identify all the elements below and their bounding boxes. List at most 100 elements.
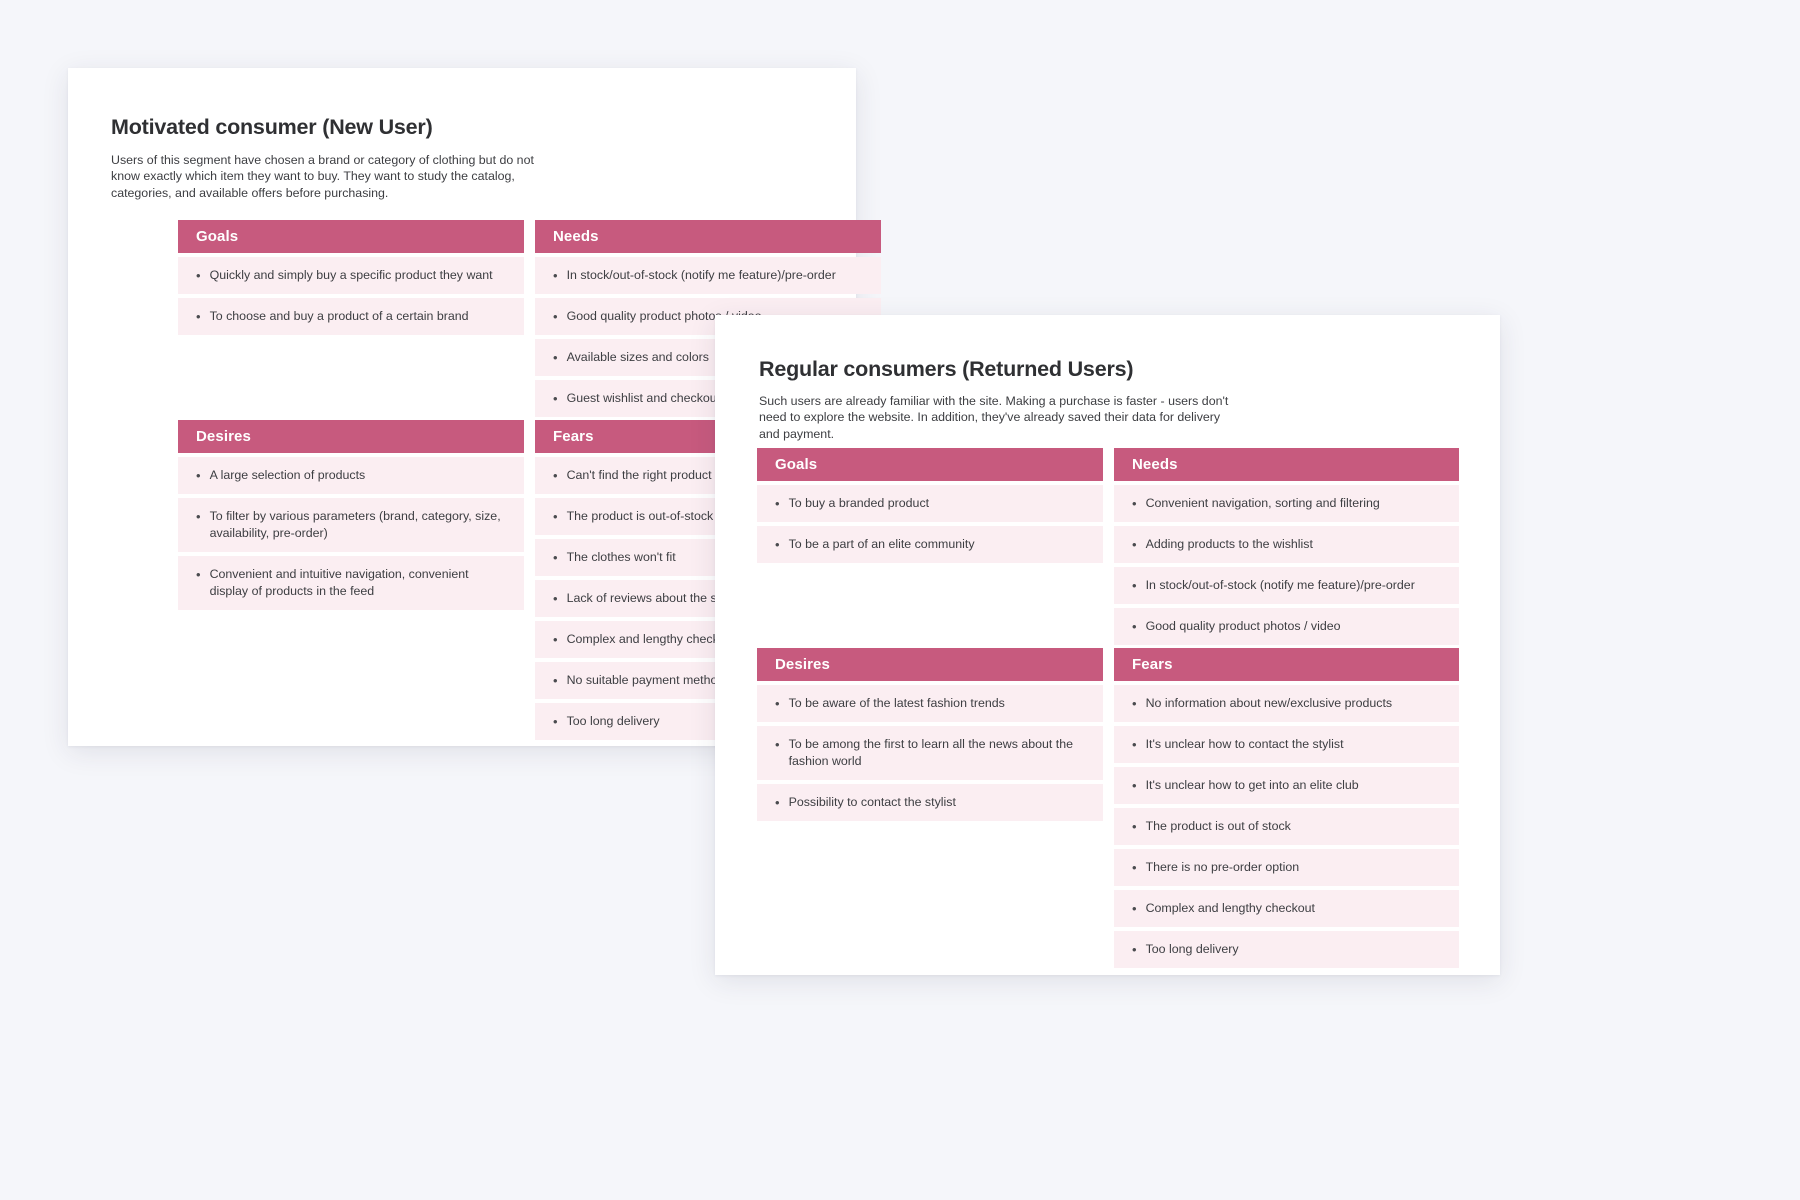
bullet-icon: • [553,714,558,729]
section-fears: Fears • No information about new/exclusiv… [1114,648,1459,972]
list-item: • No information about new/exclusive prod… [1114,685,1459,722]
list-fears: • No information about new/exclusive prod… [1114,685,1459,968]
page-title: Motivated consumer (New User) [111,115,433,139]
persona-description-secondary: Such users are already familiar with the… [759,394,1229,441]
list-item-label: In stock/out-of-stock (notify me feature… [566,268,836,282]
list-item: • To buy a branded product [757,485,1103,522]
bullet-icon: • [553,391,558,406]
list-goals: • To buy a branded product • To be a part o… [757,485,1103,563]
bullet-icon: • [1132,696,1137,711]
list-item-label: Available sizes and colors [566,350,709,364]
bullet-icon: • [1132,778,1137,793]
list-item: • Too long delivery [1114,931,1459,968]
list-item: • Good quality product photos / video [1114,608,1459,645]
list-item: • In stock/out-of-stock (notify me featur… [535,257,881,294]
list-goals: • Quickly and simply buy a specific produ… [178,257,524,335]
list-item-label: Quickly and simply buy a specific produc… [209,268,493,282]
list-item-label: Too long delivery [1145,942,1239,956]
persona-board: Motivated consumer (New User) Users of t… [0,0,1800,1200]
list-item: • In stock/out-of-stock (notify me featur… [1114,567,1459,604]
list-needs: • Convenient navigation, sorting and filt… [1114,485,1459,645]
bullet-icon: • [1132,619,1137,634]
section-goals: Goals • Quickly and simply buy a specific… [178,220,524,339]
bullet-icon: • [196,468,201,483]
list-item-label: Lack of reviews about the store [566,591,739,605]
bullet-icon: • [553,632,558,647]
list-item: • To be aware of the latest fashion trend… [757,685,1103,722]
section-desires: Desires • To be aware of the latest fashi… [757,648,1103,825]
list-item: • Convenient navigation, sorting and filt… [1114,485,1459,522]
bullet-icon: • [553,673,558,688]
section-header-desires: Desires [757,648,1103,681]
list-item-label: Too long delivery [566,714,660,728]
list-item-label: Complex and lengthy checkout [1145,901,1316,915]
list-item-label: It's unclear how to contact the stylist [1145,737,1344,751]
bullet-icon: • [196,268,201,283]
persona-card-returned-users: Regular consumers (Returned Users) Such … [715,315,1500,975]
bullet-icon: • [553,309,558,324]
bullet-icon: • [1132,901,1137,916]
list-item: • A large selection of products [178,457,524,494]
bullet-icon: • [775,795,780,810]
section-header-desires: Desires [178,420,524,453]
bullet-icon: • [775,496,780,511]
list-item-label: The product is out-of-stock [566,509,714,523]
list-item: • To be a part of an elite community [757,526,1103,563]
bullet-icon: • [553,509,558,524]
bullet-icon: • [553,350,558,365]
persona-description: Users of this segment have chosen a bran… [111,153,534,200]
list-item: • Adding products to the wishlist [1114,526,1459,563]
section-needs: Needs • Convenient navigation, sorting an… [1114,448,1459,649]
bullet-icon: • [775,537,780,552]
list-item-label: Convenient and intuitive navigation, con… [209,567,469,598]
list-item-label: No information about new/exclusive produ… [1145,696,1393,710]
bullet-icon: • [553,550,558,565]
list-item-label: Guest wishlist and checkout [566,391,721,405]
section-header-goals: Goals [757,448,1103,481]
list-item-label: The clothes won't fit [566,550,676,564]
section-header-needs: Needs [535,220,881,253]
bullet-icon: • [1132,860,1137,875]
bullet-icon: • [553,268,558,283]
list-item-label: To be among the first to learn all the n… [788,737,1074,768]
bullet-icon: • [1132,819,1137,834]
list-item: • To choose and buy a product of a certai… [178,298,524,335]
list-item-label: No suitable payment method [566,673,725,687]
list-item-label: Complex and lengthy checkout [566,632,737,646]
list-item: • To be among the first to learn all the … [757,726,1103,780]
list-item-label: To choose and buy a product of a certain… [209,309,469,323]
bullet-icon: • [196,567,201,582]
section-header-goals: Goals [178,220,524,253]
list-item: • It's unclear how to contact the stylist [1114,726,1459,763]
list-item: • Complex and lengthy checkout [1114,890,1459,927]
list-item: • There is no pre-order option [1114,849,1459,886]
list-item: • It's unclear how to get into an elite c… [1114,767,1459,804]
list-item: • The product is out of stock [1114,808,1459,845]
bullet-icon: • [1132,578,1137,593]
bullet-icon: • [1132,737,1137,752]
bullet-icon: • [196,309,201,324]
bullet-icon: • [775,737,780,752]
list-item-label: To be a part of an elite community [788,537,975,551]
list-item-label: Possibility to contact the stylist [788,795,956,809]
list-item: • Quickly and simply buy a specific produ… [178,257,524,294]
bullet-icon: • [1132,537,1137,552]
list-item-label: Convenient navigation, sorting and filte… [1145,496,1380,510]
bullet-icon: • [1132,496,1137,511]
section-header-needs: Needs [1114,448,1459,481]
list-item-label: In stock/out-of-stock (notify me feature… [1145,578,1415,592]
list-item-label: Can't find the right product [566,468,712,482]
list-item: • To filter by various parameters (brand,… [178,498,524,552]
list-item-label: To filter by various parameters (brand, … [209,509,501,540]
list-item: • Convenient and intuitive navigation, co… [178,556,524,610]
list-item-label: A large selection of products [209,468,366,482]
list-item-label: Good quality product photos / video [1145,619,1341,633]
bullet-icon: • [196,509,201,524]
bullet-icon: • [775,696,780,711]
bullet-icon: • [553,591,558,606]
list-desires: • To be aware of the latest fashion trend… [757,685,1103,821]
section-goals: Goals • To buy a branded product • To be a … [757,448,1103,567]
bullet-icon: • [1132,942,1137,957]
list-item-label: Adding products to the wishlist [1145,537,1313,551]
list-item-label: There is no pre-order option [1145,860,1300,874]
